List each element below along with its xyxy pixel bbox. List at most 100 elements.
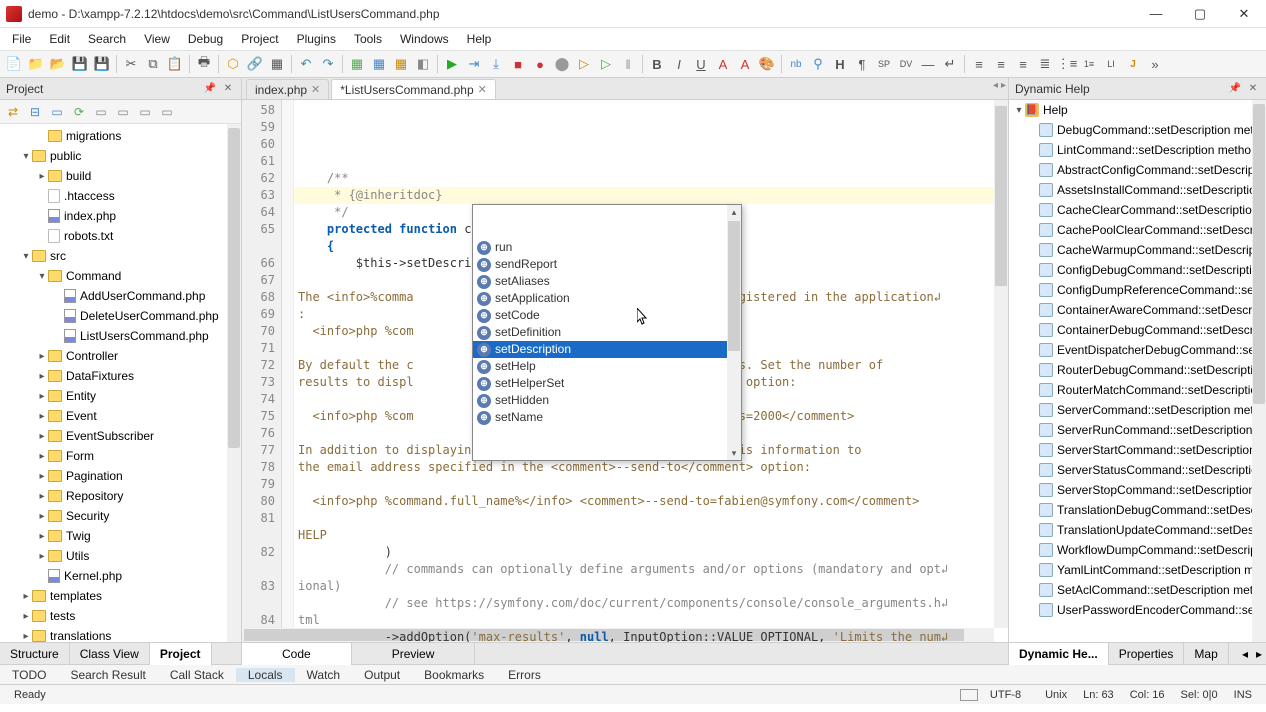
tab-code[interactable]: Code [242, 643, 352, 665]
tree-item[interactable]: Kernel.php [0, 566, 241, 586]
tree-item[interactable]: ▸Entity [0, 386, 241, 406]
help-item[interactable]: ServerStatusCommand::setDescriptio [1009, 460, 1266, 480]
fold-gutter[interactable] [282, 100, 294, 642]
tree-item[interactable]: ▸Event [0, 406, 241, 426]
tab-output[interactable]: Output [352, 668, 412, 682]
menu-help[interactable]: Help [459, 30, 500, 48]
help-root[interactable]: ▾ 📕 Help [1009, 100, 1266, 120]
debug-icon[interactable]: ▷ [574, 54, 594, 74]
tab-scroll-right-icon[interactable]: ▸ [1252, 643, 1266, 665]
tree-item[interactable]: ▸tests [0, 606, 241, 626]
caret-icon[interactable]: ▾ [36, 271, 48, 282]
list-ul-icon[interactable]: ⋮≡ [1057, 54, 1077, 74]
cut-icon[interactable]: ✂ [121, 54, 141, 74]
tool-icon[interactable]: ▦ [369, 54, 389, 74]
stop-icon[interactable]: ■ [508, 54, 528, 74]
close-icon[interactable]: ✕ [1246, 82, 1260, 96]
tool-icon[interactable]: ▭ [158, 103, 176, 121]
color-icon[interactable]: 🎨 [757, 54, 777, 74]
tool-icon[interactable]: ▭ [114, 103, 132, 121]
tree-item[interactable]: ▾src [0, 246, 241, 266]
menu-plugins[interactable]: Plugins [289, 30, 344, 48]
caret-icon[interactable]: ▸ [20, 631, 32, 642]
autocomplete-item[interactable]: ⊕setHelp [473, 358, 741, 375]
help-item[interactable]: ContainerDebugCommand::setDescri [1009, 320, 1266, 340]
help-tree[interactable]: ▾ 📕 Help DebugCommand::setDescription me… [1009, 100, 1266, 642]
help-item[interactable]: TranslationDebugCommand::setDesc [1009, 500, 1266, 520]
tab-call-stack[interactable]: Call Stack [158, 668, 236, 682]
text-icon[interactable]: A [735, 54, 755, 74]
help-item[interactable]: LintCommand::setDescription metho [1009, 140, 1266, 160]
help-item[interactable]: ServerRunCommand::setDescription m [1009, 420, 1266, 440]
caret-icon[interactable]: ▸ [36, 391, 48, 402]
tree-item[interactable]: migrations [0, 126, 241, 146]
save-all-icon[interactable]: 💾 [92, 54, 112, 74]
caret-icon[interactable]: ▸ [36, 371, 48, 382]
autocomplete-item[interactable]: ⊕setName [473, 409, 741, 426]
redo-icon[interactable]: ↷ [318, 54, 338, 74]
menu-tools[interactable]: Tools [346, 30, 390, 48]
scrollbar[interactable] [227, 124, 241, 642]
status-encoding[interactable]: UTF-8 [952, 689, 1037, 701]
help-item[interactable]: UserPasswordEncoderCommand::set [1009, 600, 1266, 620]
tool-icon[interactable]: ◧ [413, 54, 433, 74]
tab-watch[interactable]: Watch [295, 668, 353, 682]
close-icon[interactable]: ✕ [478, 83, 487, 96]
caret-icon[interactable]: ▾ [20, 151, 32, 162]
tool-icon[interactable]: ▭ [136, 103, 154, 121]
tree-item[interactable]: ▾Command [0, 266, 241, 286]
run-icon[interactable]: ▶ [442, 54, 462, 74]
heading-icon[interactable]: H [830, 54, 850, 74]
tree-item[interactable]: ▸EventSubscriber [0, 426, 241, 446]
menu-debug[interactable]: Debug [180, 30, 231, 48]
tree-item[interactable]: ▸DataFixtures [0, 366, 241, 386]
menu-file[interactable]: File [4, 30, 39, 48]
tree-item[interactable]: DeleteUserCommand.php [0, 306, 241, 326]
caret-icon[interactable]: ▸ [36, 171, 48, 182]
underline-icon[interactable]: U [691, 54, 711, 74]
scrollbar[interactable] [1252, 100, 1266, 642]
help-item[interactable]: SetAclCommand::setDescription meth [1009, 580, 1266, 600]
paste-icon[interactable]: 📋 [165, 54, 185, 74]
help-item[interactable]: YamlLintCommand::setDescription m [1009, 560, 1266, 580]
sync-icon[interactable]: ⇄ [4, 103, 22, 121]
new-project-icon[interactable]: 📁 [26, 54, 46, 74]
help-item[interactable]: CachePoolClearCommand::setDescri [1009, 220, 1266, 240]
refresh-icon[interactable]: ⟳ [70, 103, 88, 121]
help-item[interactable]: AssetsInstallCommand::setDescriptio [1009, 180, 1266, 200]
caret-icon[interactable]: ▸ [20, 611, 32, 622]
help-item[interactable]: ServerCommand::setDescription met [1009, 400, 1266, 420]
help-item[interactable]: DebugCommand::setDescription met [1009, 120, 1266, 140]
paragraph-icon[interactable]: ¶ [852, 54, 872, 74]
menu-windows[interactable]: Windows [392, 30, 457, 48]
help-item[interactable]: AbstractConfigCommand::setDescrip [1009, 160, 1266, 180]
tool-icon[interactable]: ⬡ [223, 54, 243, 74]
new-file-icon[interactable]: 📄 [4, 54, 24, 74]
close-icon[interactable]: ✕ [311, 83, 320, 96]
list-item-icon[interactable]: LI [1101, 54, 1121, 74]
caret-icon[interactable]: ▸ [36, 351, 48, 362]
autocomplete-item[interactable]: ⊕run [473, 239, 741, 256]
debug-step-icon[interactable]: ⇥ [464, 54, 484, 74]
caret-icon[interactable]: ▸ [36, 411, 48, 422]
breakpoint-icon[interactable]: ● [530, 54, 550, 74]
tab-todo[interactable]: TODO [0, 668, 58, 682]
caret-icon[interactable]: ▸ [36, 431, 48, 442]
pin-icon[interactable]: 📌 [1228, 82, 1242, 96]
status-eol[interactable]: Unix [1037, 689, 1075, 701]
menu-search[interactable]: Search [80, 30, 134, 48]
scroll-up-icon[interactable]: ▴ [727, 205, 741, 219]
tree-item[interactable]: ▸Pagination [0, 466, 241, 486]
project-tree[interactable]: migrations▾public▸build.htaccessindex.ph… [0, 124, 241, 642]
caret-icon[interactable]: ▸ [36, 471, 48, 482]
more-icon[interactable]: » [1145, 54, 1165, 74]
tab-scroll-left-icon[interactable]: ◂ [1238, 643, 1252, 665]
minimize-button[interactable]: — [1134, 0, 1178, 28]
autocomplete-item[interactable]: ⊕setHidden [473, 392, 741, 409]
tree-item[interactable]: ▸Twig [0, 526, 241, 546]
help-item[interactable]: ContainerAwareCommand::setDescri [1009, 300, 1266, 320]
caret-icon[interactable]: ▸ [36, 491, 48, 502]
tree-item[interactable]: ▸Repository [0, 486, 241, 506]
copy-icon[interactable]: ⧉ [143, 54, 163, 74]
tree-item[interactable]: robots.txt [0, 226, 241, 246]
